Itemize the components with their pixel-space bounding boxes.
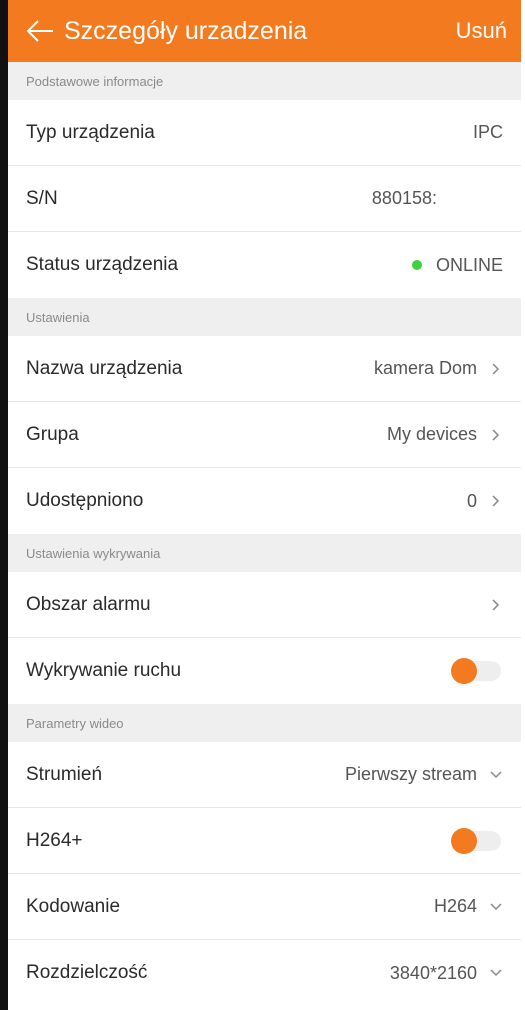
chevron-down-icon xyxy=(489,770,503,779)
stream-label: Strumień xyxy=(26,763,103,785)
row-device-status: Status urządzenia ONLINE xyxy=(8,232,521,298)
serial-number-label: S/N xyxy=(26,187,58,209)
chevron-right-icon xyxy=(489,428,503,441)
screen-edge-left xyxy=(0,0,8,1010)
row-resolution[interactable]: Rozdzielczość 3840*2160 xyxy=(8,940,521,1006)
chevron-right-icon xyxy=(489,598,503,611)
toggle-knob xyxy=(451,827,477,854)
top-bar: Szczegóły urzadzenia Usuń xyxy=(8,0,521,62)
toggle-knob xyxy=(451,658,477,684)
row-shared[interactable]: Udostępniono 0 xyxy=(8,468,521,534)
shared-count-value: 0 xyxy=(466,490,477,511)
encoding-value: H264 xyxy=(433,896,477,916)
chevron-down-icon xyxy=(489,902,503,911)
device-type-label: Typ urządzenia xyxy=(26,121,155,143)
device-type-value: IPC xyxy=(472,122,503,142)
row-encoding[interactable]: Kodowanie H264 xyxy=(8,874,521,940)
row-group[interactable]: Grupa My devices xyxy=(8,402,521,468)
section-header-video: Parametry wideo xyxy=(8,704,521,742)
screen-edge-right xyxy=(521,0,525,1010)
chevron-right-icon xyxy=(489,495,503,507)
motion-detection-toggle[interactable] xyxy=(449,658,503,684)
chevron-right-icon xyxy=(489,362,503,375)
device-name-label: Nazwa urządzenia xyxy=(26,357,183,379)
device-name-value: kamera Dom xyxy=(373,358,477,378)
group-label: Grupa xyxy=(26,423,79,445)
arrow-left-icon xyxy=(26,20,53,42)
delete-button[interactable]: Usuń xyxy=(456,18,507,44)
row-device-type: Typ urządzenia IPC xyxy=(8,100,521,166)
online-status-dot-icon xyxy=(411,260,422,270)
motion-detection-label: Wykrywanie ruchu xyxy=(26,660,182,681)
h264-plus-toggle[interactable] xyxy=(449,827,503,854)
row-stream[interactable]: Strumień Pierwszy stream xyxy=(8,742,521,808)
back-button[interactable] xyxy=(16,0,64,62)
alarm-area-label: Obszar alarmu xyxy=(26,593,151,615)
section-header-basic-info: Podstawowe informacje xyxy=(8,62,521,100)
device-details-screen: Szczegóły urzadzenia Usuń Podstawowe inf… xyxy=(8,0,521,1010)
resolution-value: 3840*2160 xyxy=(389,962,477,983)
stream-value: Pierwszy stream xyxy=(344,764,477,784)
shared-label: Udostępniono xyxy=(26,490,144,511)
row-motion-detection: Wykrywanie ruchu xyxy=(8,638,521,704)
device-status-value: ONLINE xyxy=(435,254,503,275)
row-alarm-area[interactable]: Obszar alarmu xyxy=(8,572,521,638)
section-header-settings: Ustawienia xyxy=(8,298,521,336)
serial-number-value: 880158: xyxy=(371,188,437,208)
page-title: Szczegóły urzadzenia xyxy=(64,16,308,45)
row-h264-plus: H264+ xyxy=(8,808,521,874)
row-device-name[interactable]: Nazwa urządzenia kamera Dom xyxy=(8,336,521,402)
h264-plus-label: H264+ xyxy=(26,829,83,851)
row-serial-number: S/N 880158: xyxy=(8,166,521,232)
encoding-label: Kodowanie xyxy=(26,895,121,917)
resolution-label: Rozdzielczość xyxy=(26,962,148,983)
device-status-label: Status urządzenia xyxy=(26,254,179,275)
section-header-detection: Ustawienia wykrywania xyxy=(8,534,521,572)
group-value: My devices xyxy=(386,424,477,444)
chevron-down-icon xyxy=(489,969,503,977)
